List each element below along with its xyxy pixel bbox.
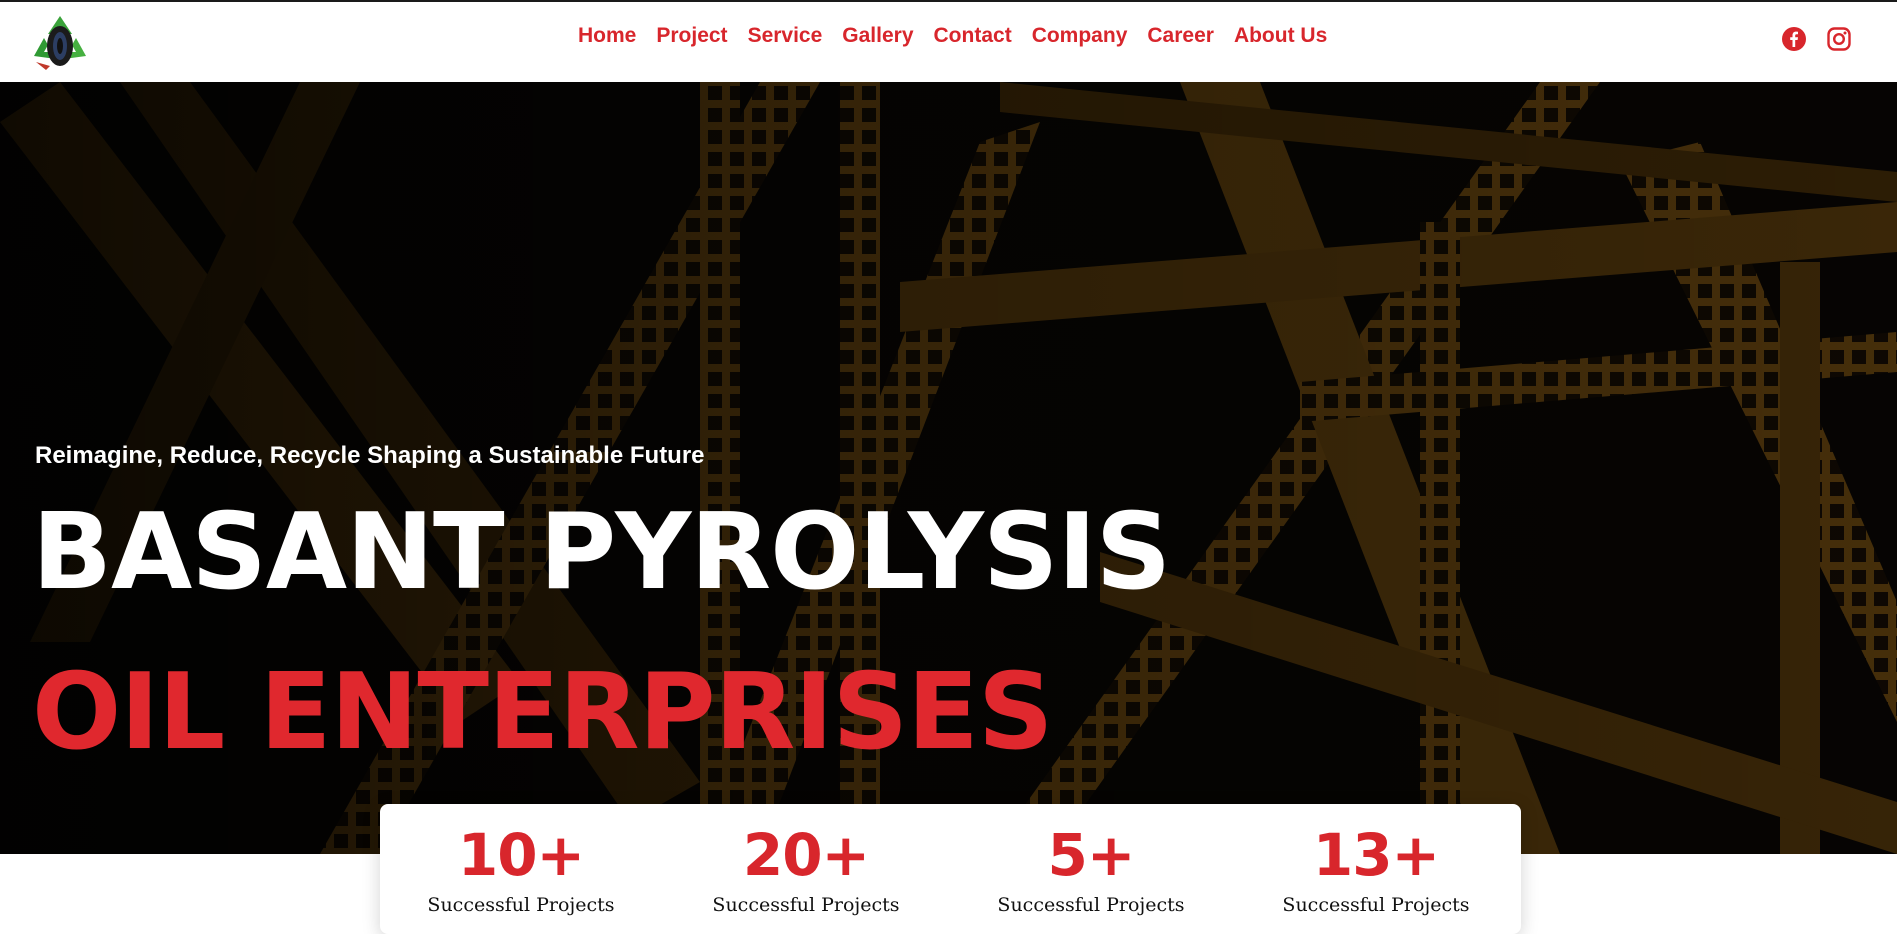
site-header: Home Project Service Gallery Contact Com… xyxy=(0,2,1897,82)
hero-title-line2: OIL ENTERPRISES xyxy=(32,651,1053,773)
nav-company[interactable]: Company xyxy=(1032,24,1128,48)
stat-item: 10+ Successful Projects xyxy=(381,826,661,916)
nav-home[interactable]: Home xyxy=(578,24,636,48)
stat-value: 5+ xyxy=(1047,821,1136,889)
nav-contact[interactable]: Contact xyxy=(934,24,1012,48)
stat-value: 20+ xyxy=(742,821,870,889)
hero-tagline: Reimagine, Reduce, Recycle Shaping a Sus… xyxy=(35,442,705,469)
stat-item: 13+ Successful Projects xyxy=(1236,826,1516,916)
stats-card: 10+ Successful Projects 20+ Successful P… xyxy=(380,804,1521,934)
hero-section: Reimagine, Reduce, Recycle Shaping a Sus… xyxy=(0,82,1897,854)
recycle-tire-logo-icon xyxy=(34,16,86,70)
stat-item: 20+ Successful Projects xyxy=(666,826,946,916)
nav-about-us[interactable]: About Us xyxy=(1234,24,1327,48)
hero-title-line1: BASANT PYROLYSIS xyxy=(32,491,1171,613)
nav-career[interactable]: Career xyxy=(1147,24,1214,48)
nav-project[interactable]: Project xyxy=(656,24,727,48)
nav-service[interactable]: Service xyxy=(748,24,823,48)
logo[interactable] xyxy=(26,12,94,72)
facebook-icon[interactable] xyxy=(1781,26,1807,57)
stat-value: 10+ xyxy=(457,821,585,889)
nav-gallery[interactable]: Gallery xyxy=(842,24,913,48)
instagram-icon[interactable] xyxy=(1826,26,1852,57)
stat-item: 5+ Successful Projects xyxy=(951,826,1231,916)
stat-value: 13+ xyxy=(1312,821,1440,889)
main-nav: Home Project Service Gallery Contact Com… xyxy=(578,24,1347,48)
